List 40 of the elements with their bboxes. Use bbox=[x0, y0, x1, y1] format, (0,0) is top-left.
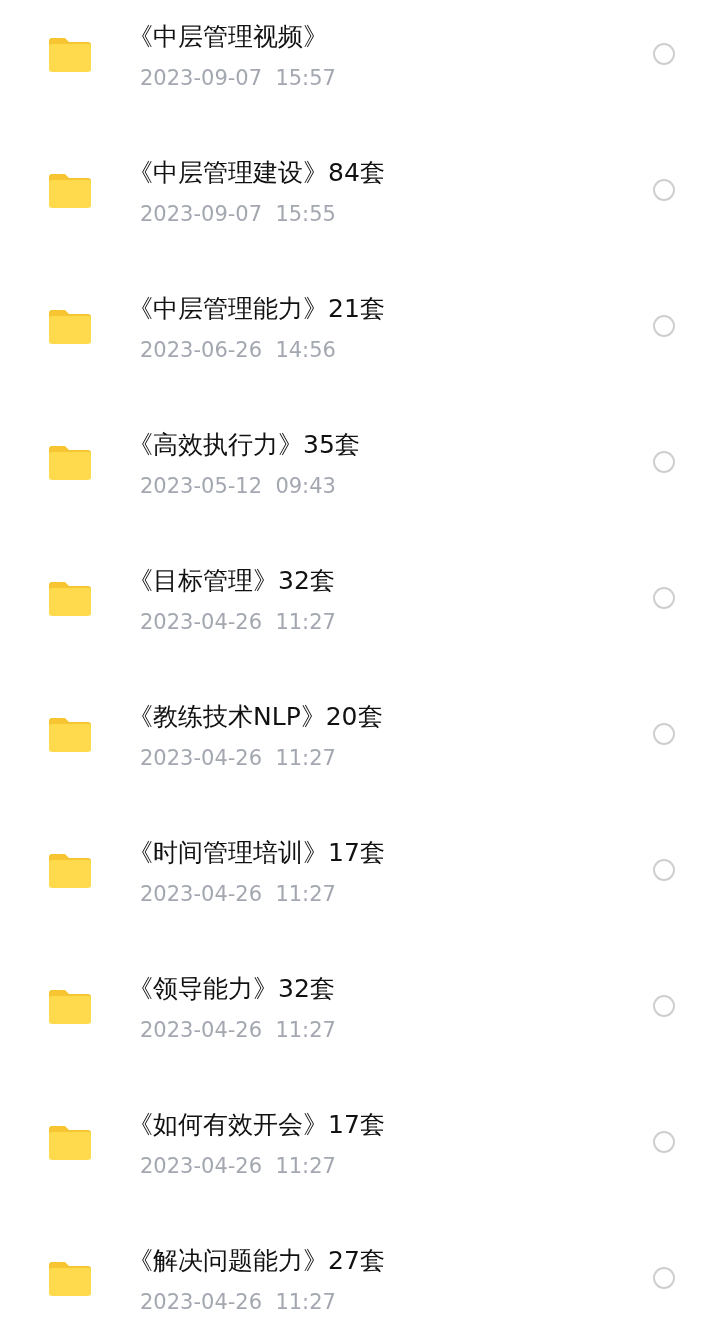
modified-date: 2023-04-26 11:27 bbox=[140, 609, 337, 636]
select-radio[interactable] bbox=[653, 1131, 675, 1153]
folder-name[interactable]: 《高效执行力》35套 bbox=[128, 427, 653, 463]
modified-date: 2023-09-07 15:57 bbox=[140, 65, 337, 92]
folder-name[interactable]: 《中层管理能力》21套 bbox=[128, 291, 653, 327]
select-radio[interactable] bbox=[653, 315, 675, 337]
modified-date: 2023-04-26 11:27 bbox=[140, 1289, 337, 1316]
modified-date: 2023-05-12 09:43 bbox=[140, 473, 337, 500]
folder-icon bbox=[49, 580, 91, 616]
select-radio[interactable] bbox=[653, 587, 675, 609]
modified-date: 2023-06-26 14:56 bbox=[140, 337, 337, 364]
select-radio[interactable] bbox=[653, 1267, 675, 1289]
folder-icon bbox=[49, 988, 91, 1024]
folder-name[interactable]: 《如何有效开会》17套 bbox=[128, 1107, 653, 1143]
select-radio[interactable] bbox=[653, 723, 675, 745]
folder-name[interactable]: 《中层管理建设》84套 bbox=[128, 155, 653, 191]
folder-icon bbox=[49, 716, 91, 752]
folder-name[interactable]: 《目标管理》32套 bbox=[128, 563, 653, 599]
select-radio[interactable] bbox=[653, 179, 675, 201]
folder-icon bbox=[49, 444, 91, 480]
select-radio[interactable] bbox=[653, 859, 675, 881]
folder-name[interactable]: 《中层管理视频》 bbox=[128, 19, 653, 55]
modified-date: 2023-04-26 11:27 bbox=[140, 881, 337, 908]
modified-date: 2023-04-26 11:27 bbox=[140, 745, 337, 772]
select-radio[interactable] bbox=[653, 451, 675, 473]
modified-date: 2023-04-26 11:27 bbox=[140, 1153, 337, 1180]
folder-icon bbox=[49, 172, 91, 208]
folder-name[interactable]: 《解决问题能力》27套 bbox=[128, 1243, 653, 1279]
folder-name[interactable]: 《教练技术NLP》20套 bbox=[128, 699, 653, 735]
folder-name[interactable]: 《领导能力》32套 bbox=[128, 971, 653, 1007]
folder-icon bbox=[49, 852, 91, 888]
folder-icon bbox=[49, 1124, 91, 1160]
modified-date: 2023-09-07 15:55 bbox=[140, 201, 337, 228]
select-radio[interactable] bbox=[653, 43, 675, 65]
select-radio[interactable] bbox=[653, 995, 675, 1017]
folder-icon bbox=[49, 36, 91, 72]
modified-date: 2023-04-26 11:27 bbox=[140, 1017, 337, 1044]
folder-icon bbox=[49, 308, 91, 344]
folder-icon bbox=[49, 1260, 91, 1296]
folder-name[interactable]: 《时间管理培训》17套 bbox=[128, 835, 653, 871]
